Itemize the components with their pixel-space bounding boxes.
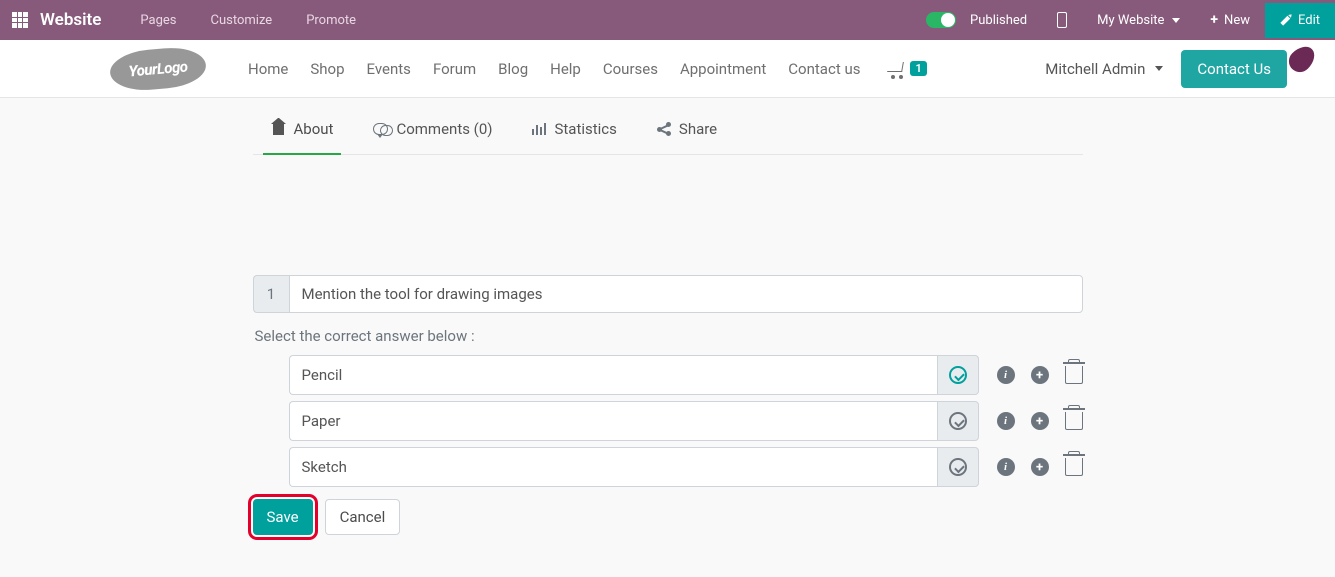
answer-info-2[interactable]: i <box>997 412 1015 430</box>
plus-circle-icon: + <box>1031 412 1049 430</box>
tab-statistics-label: Statistics <box>554 120 616 138</box>
menu-customize[interactable]: Customize <box>196 3 288 38</box>
nav-contact[interactable]: Contact us <box>778 52 870 86</box>
tab-statistics[interactable]: Statistics <box>532 120 616 142</box>
edit-label: Edit <box>1298 13 1320 28</box>
new-button[interactable]: + New <box>1195 2 1265 38</box>
info-icon: i <box>997 458 1015 476</box>
mobile-preview-button[interactable] <box>1042 2 1082 38</box>
question-input[interactable] <box>289 275 1083 313</box>
answer-correct-toggle-3[interactable] <box>937 447 979 487</box>
user-menu[interactable]: Mitchell Admin <box>1045 60 1163 78</box>
nav-forum[interactable]: Forum <box>423 52 486 86</box>
answer-correct-toggle-2[interactable] <box>937 401 979 441</box>
contact-us-button[interactable]: Contact Us <box>1181 50 1287 88</box>
answer-input-3[interactable] <box>289 447 937 487</box>
answer-row: i + <box>289 401 1083 441</box>
answer-input-1[interactable] <box>289 355 937 395</box>
my-website-dropdown[interactable]: My Website <box>1082 3 1195 38</box>
nav-events[interactable]: Events <box>357 52 421 86</box>
trash-icon <box>1065 412 1083 430</box>
logo-icon: YourLogo <box>108 44 207 92</box>
tab-comments[interactable]: Comments (0) <box>373 120 492 142</box>
save-button[interactable]: Save <box>253 499 313 535</box>
user-name: Mitchell Admin <box>1045 60 1145 78</box>
question-row: 1 <box>253 275 1083 313</box>
logo-text-1: Your <box>128 60 158 80</box>
edit-button[interactable]: Edit <box>1265 3 1335 38</box>
answer-row: i + <box>289 355 1083 395</box>
main-nav: Home Shop Events Forum Blog Help Courses… <box>238 52 870 86</box>
tab-bar: About Comments (0) Statistics Share <box>253 120 1083 155</box>
answer-add-3[interactable]: + <box>1031 458 1049 476</box>
check-circle-icon <box>949 458 967 476</box>
nav-shop[interactable]: Shop <box>300 52 354 86</box>
cart-icon <box>888 62 906 76</box>
plus-icon: + <box>1210 12 1218 28</box>
menu-pages[interactable]: Pages <box>125 3 191 38</box>
info-icon: i <box>997 412 1015 430</box>
plus-circle-icon: + <box>1031 458 1049 476</box>
top-bar: Website Pages Customize Promote Publishe… <box>0 0 1335 40</box>
info-icon: i <box>997 366 1015 384</box>
my-website-label: My Website <box>1097 13 1164 28</box>
cart-button[interactable]: 1 <box>888 61 926 76</box>
nav-home[interactable]: Home <box>238 52 298 86</box>
nav-blog[interactable]: Blog <box>488 52 538 86</box>
new-label: New <box>1224 13 1250 28</box>
logo-text-2: Logo <box>156 57 188 78</box>
question-number: 1 <box>253 275 289 313</box>
tab-share[interactable]: Share <box>657 120 717 142</box>
nav-help[interactable]: Help <box>540 52 591 86</box>
published-label: Published <box>970 13 1027 28</box>
trash-icon <box>1065 366 1083 384</box>
nav-courses[interactable]: Courses <box>593 52 668 86</box>
check-circle-icon <box>949 366 967 384</box>
answer-info-3[interactable]: i <box>997 458 1015 476</box>
answer-correct-toggle-1[interactable] <box>937 355 979 395</box>
main-content: About Comments (0) Statistics Share 1 Se… <box>253 98 1083 535</box>
check-circle-icon <box>949 412 967 430</box>
answer-hint: Select the correct answer below : <box>255 327 1083 345</box>
answer-info-1[interactable]: i <box>997 366 1015 384</box>
answer-add-1[interactable]: + <box>1031 366 1049 384</box>
answer-input-2[interactable] <box>289 401 937 441</box>
home-icon <box>271 123 286 135</box>
answer-add-2[interactable]: + <box>1031 412 1049 430</box>
apps-icon[interactable] <box>12 12 28 28</box>
published-toggle[interactable]: Published <box>911 2 1042 38</box>
tab-about[interactable]: About <box>271 120 334 142</box>
pencil-icon <box>1277 12 1294 29</box>
site-header: YourLogo Home Shop Events Forum Blog Hel… <box>0 40 1335 98</box>
app-title[interactable]: Website <box>40 10 121 30</box>
cart-count-badge: 1 <box>910 61 926 76</box>
trash-icon <box>1065 458 1083 476</box>
answer-delete-1[interactable] <box>1065 366 1083 384</box>
site-logo[interactable]: YourLogo <box>110 49 220 89</box>
answer-delete-3[interactable] <box>1065 458 1083 476</box>
tab-comments-label: Comments (0) <box>396 120 492 138</box>
tab-about-label: About <box>294 120 334 138</box>
answer-row: i + <box>289 447 1083 487</box>
menu-promote[interactable]: Promote <box>291 3 371 38</box>
chevron-down-icon <box>1155 66 1163 71</box>
bar-chart-icon <box>532 123 546 135</box>
answer-delete-2[interactable] <box>1065 412 1083 430</box>
comments-icon <box>373 123 388 135</box>
nav-appointment[interactable]: Appointment <box>670 52 776 86</box>
share-icon <box>657 122 671 136</box>
tab-share-label: Share <box>679 120 717 138</box>
chevron-down-icon <box>1172 18 1180 23</box>
mobile-icon <box>1057 12 1067 28</box>
cancel-button[interactable]: Cancel <box>325 499 401 535</box>
theme-drop-icon[interactable] <box>1284 41 1319 76</box>
plus-circle-icon: + <box>1031 366 1049 384</box>
toggle-on-icon <box>926 12 956 28</box>
